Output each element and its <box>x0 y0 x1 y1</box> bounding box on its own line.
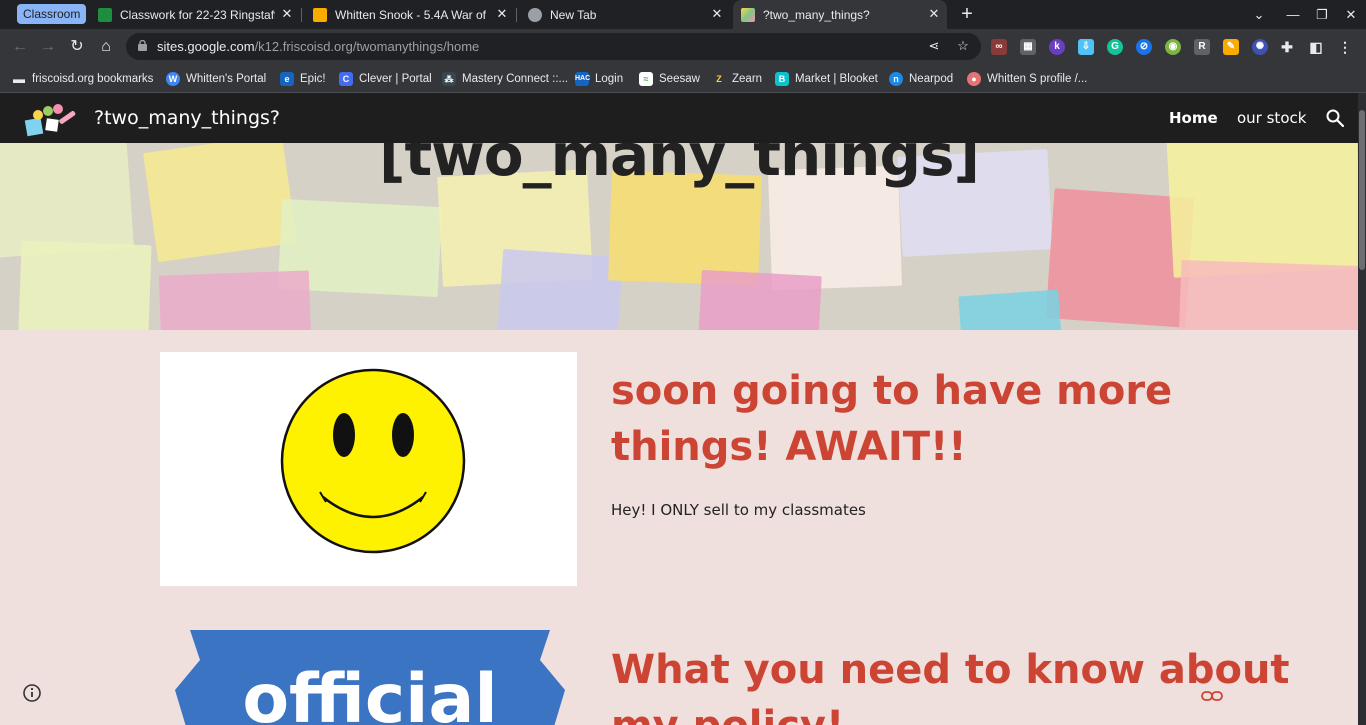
bookmark-folder[interactable]: ▬ friscoisd.org bookmarks <box>12 69 153 89</box>
bookmark-label: Login <box>595 73 624 85</box>
site-header: ?two_many_things? Home our stock <box>0 93 1358 143</box>
official-badge-image: official <box>175 630 565 725</box>
tab-group-label[interactable]: Classroom <box>17 4 87 24</box>
share-icon[interactable]: ⋖ <box>926 38 942 54</box>
bookmark-label: Nearpod <box>909 73 954 85</box>
grammarly-icon[interactable]: G <box>1107 39 1123 55</box>
address-bar[interactable]: sites.google.com/k12.friscoisd.org/twoma… <box>126 33 981 60</box>
bookmark-label: Epic! <box>300 73 326 85</box>
site-logo-icon <box>741 7 755 22</box>
close-icon[interactable]: ✕ <box>280 7 294 21</box>
nearpod-icon: n <box>889 72 903 86</box>
site-name[interactable]: ?two_many_things? <box>94 93 280 143</box>
extension-icon[interactable]: ∞ <box>991 39 1007 55</box>
bookmark-item[interactable]: HAC Login <box>575 69 623 89</box>
section-heading: What you need to know about my policy! <box>611 647 1290 725</box>
extension-gear-icon[interactable]: ✺ <box>1252 39 1268 55</box>
close-icon[interactable]: ✕ <box>495 7 509 21</box>
bookmark-item[interactable]: n Nearpod <box>889 69 953 89</box>
badge-text: official <box>242 660 497 725</box>
url-text: sites.google.com/k12.friscoisd.org/twoma… <box>157 39 480 54</box>
reload-icon[interactable]: ↻ <box>66 36 88 58</box>
folder-icon: ▬ <box>13 72 25 86</box>
smiley-face-image <box>160 352 577 586</box>
nav-home[interactable]: Home <box>1169 93 1218 143</box>
bookmark-item[interactable]: e Epic! <box>280 69 326 89</box>
close-icon[interactable]: ✕ <box>710 7 724 21</box>
tab-search-icon[interactable]: ⌄ <box>1244 0 1274 29</box>
blooket-icon: B <box>775 72 789 86</box>
home-icon[interactable]: ⌂ <box>95 36 117 58</box>
portal-icon: W <box>166 72 180 86</box>
kami-extension-icon[interactable]: k <box>1049 39 1065 55</box>
bookmark-label: Clever | Portal <box>359 73 432 85</box>
bookmark-label: Market | Blooket <box>795 73 878 85</box>
bookmark-item[interactable]: C Clever | Portal <box>339 69 432 89</box>
bookmark-label: Zearn <box>732 73 763 85</box>
back-arrow-icon[interactable]: ← <box>9 36 31 58</box>
tab-whitten-snook[interactable]: Whitten Snook - 5.4A War of 18 ✕ <box>305 0 515 29</box>
tab-divider <box>301 8 302 22</box>
profile-icon: ● <box>967 72 981 86</box>
extension-yellow-icon[interactable]: ✎ <box>1223 39 1239 55</box>
info-icon[interactable] <box>22 683 42 703</box>
restore-icon[interactable]: ❐ <box>1307 0 1337 29</box>
google-slides-icon <box>313 7 327 22</box>
close-window-icon[interactable]: ✕ <box>1336 0 1366 29</box>
forward-arrow-icon[interactable]: → <box>37 36 59 58</box>
bookmark-label: Seesaw <box>659 73 700 85</box>
tab-classwork[interactable]: Classwork for 22-23 Ringstaff/W ✕ <box>90 0 300 29</box>
minimize-icon[interactable]: — <box>1278 0 1308 29</box>
smiley-face-icon <box>280 368 466 554</box>
bookmark-item[interactable]: ≈ Seesaw <box>639 69 700 89</box>
bookmark-item[interactable]: ● Whitten S profile /... <box>967 69 1087 89</box>
tab-title: Whitten Snook - 5.4A War of 18 <box>335 7 490 22</box>
bookmark-label: friscoisd.org bookmarks <box>32 73 154 85</box>
site-logo-icon[interactable] <box>24 101 78 137</box>
section-heading: soon going to have more things! AWAIT!! <box>611 368 1173 470</box>
browser-toolbar: ← → ↻ ⌂ sites.google.com/k12.friscoisd.o… <box>0 29 1366 64</box>
tab-strip: Classroom Classwork for 22-23 Ringstaff/… <box>0 0 1366 29</box>
bookmark-item[interactable]: Z Zearn <box>712 69 762 89</box>
menu-kebab-icon[interactable]: ⋮ <box>1337 39 1353 55</box>
extension-r-icon[interactable]: R <box>1194 39 1210 55</box>
bookmark-label: Whitten's Portal <box>186 73 267 85</box>
bookmark-item[interactable]: W Whitten's Portal <box>166 69 266 89</box>
tab-title: New Tab <box>550 7 597 22</box>
hac-icon: HAC <box>575 72 590 86</box>
bookmark-label: Whitten S profile /... <box>987 73 1088 85</box>
epic-icon: e <box>280 72 294 86</box>
section-body: Hey! I ONLY sell to my classmates <box>611 501 866 519</box>
search-icon[interactable] <box>1325 108 1345 128</box>
tab-new-tab[interactable]: New Tab ✕ <box>520 0 730 29</box>
extension-blue-icon[interactable]: ⊘ <box>1136 39 1152 55</box>
lock-icon <box>138 40 147 51</box>
mastery-connect-icon: ⁂ <box>442 72 456 86</box>
link-icon[interactable] <box>1200 688 1224 704</box>
new-tab-button[interactable]: + <box>956 3 978 25</box>
clever-icon: C <box>339 72 353 86</box>
extension-green-icon[interactable]: ◉ <box>1165 39 1181 55</box>
download-extension-icon[interactable]: ⇩ <box>1078 39 1094 55</box>
tab-two-many-things[interactable]: ?two_many_things? ✕ <box>733 0 947 29</box>
scrollbar-thumb[interactable] <box>1359 110 1365 270</box>
puzzle-piece-icon[interactable]: ✚ <box>1279 39 1295 55</box>
zearn-icon: Z <box>716 74 722 84</box>
page-content: [two_many_things] ?two_many_things? Home… <box>0 93 1358 725</box>
close-icon[interactable]: ✕ <box>927 7 941 21</box>
chrome-icon <box>528 7 542 22</box>
tab-divider <box>516 8 517 22</box>
side-panel-icon[interactable]: ◧ <box>1308 39 1324 55</box>
tab-title: Classwork for 22-23 Ringstaff/W <box>120 7 275 22</box>
bookmark-label: Mastery Connect ::... <box>462 73 569 85</box>
bookmarks-bar: ▬ friscoisd.org bookmarks W Whitten's Po… <box>0 64 1366 93</box>
bookmark-star-icon[interactable]: ☆ <box>955 38 971 54</box>
bookmark-item[interactable]: B Market | Blooket <box>775 69 878 89</box>
tab-title: ?two_many_things? <box>763 7 870 22</box>
qr-code-icon[interactable]: ▦ <box>1020 39 1036 55</box>
bookmark-item[interactable]: ⁂ Mastery Connect ::... <box>442 69 568 89</box>
nav-our-stock[interactable]: our stock <box>1237 93 1306 143</box>
google-classroom-icon <box>98 7 112 22</box>
seesaw-icon: ≈ <box>639 72 653 86</box>
